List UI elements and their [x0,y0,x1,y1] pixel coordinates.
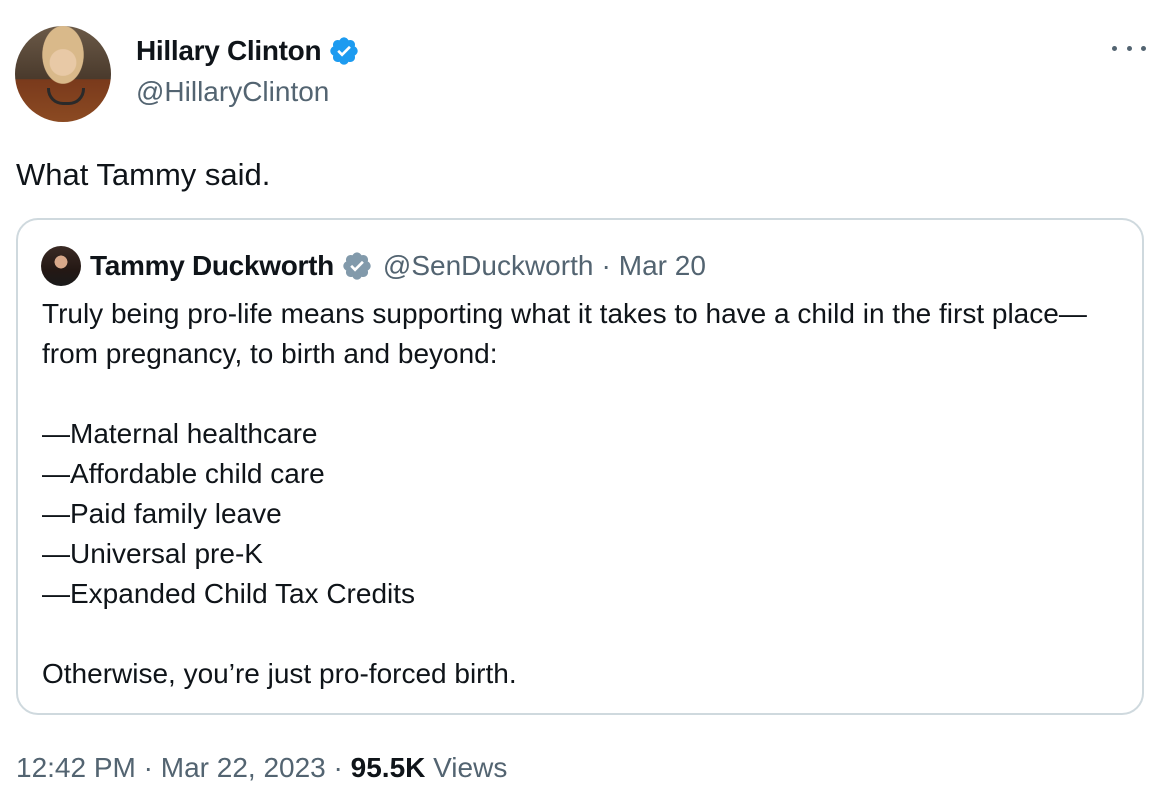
tweet-date[interactable]: Mar 22, 2023 [161,752,326,783]
views-label: Views [433,752,508,783]
list-item: —Paid family leave [42,498,282,529]
quoted-intro-text: Truly being pro-life means supporting wh… [42,298,1087,369]
meta-separator: · [333,752,343,783]
quoted-tweet-body: Truly being pro-life means supporting wh… [42,294,1122,694]
meta-separator: · [143,752,153,783]
more-dot [1141,45,1146,51]
quoted-author-handle[interactable]: @SenDuckworth [383,250,594,282]
author-handle[interactable]: @HillaryClinton [136,76,329,108]
quoted-author-name[interactable]: Tammy Duckworth [90,250,334,282]
verified-badge-icon [330,37,358,65]
views-count: 95.5K [350,752,426,783]
header-separator: · [601,250,611,281]
more-horizontal-icon[interactable] [1112,38,1146,58]
tweet-time[interactable]: 12:42 PM [16,752,136,783]
quoted-tweet-header: Tammy Duckworth @SenDuckworth · Mar 20 [90,248,706,284]
list-item: —Affordable child care [42,458,325,489]
author-name[interactable]: Hillary Clinton [136,35,322,67]
tweet-meta: 12:42 PM · Mar 22, 2023 · 95.5K Views [16,752,507,784]
list-item: —Expanded Child Tax Credits [42,578,416,609]
quoted-tweet-date[interactable]: Mar 20 [619,250,706,282]
list-item: —Maternal healthcare [42,418,318,449]
list-item: —Universal pre-K [42,538,263,569]
quoted-tweet-card[interactable]: Tammy Duckworth @SenDuckworth · Mar 20 T… [16,218,1144,715]
author-avatar[interactable] [15,26,111,122]
tweet-text: What Tammy said. [16,157,271,192]
author-name-row[interactable]: Hillary Clinton [136,35,360,67]
avatar-detail [47,88,85,105]
verified-badge-icon [343,252,371,280]
more-dot [1126,45,1132,51]
quoted-author-avatar[interactable] [41,246,81,286]
more-dot [1112,45,1117,51]
quoted-closing-text: Otherwise, you’re just pro-forced birth. [42,658,517,689]
